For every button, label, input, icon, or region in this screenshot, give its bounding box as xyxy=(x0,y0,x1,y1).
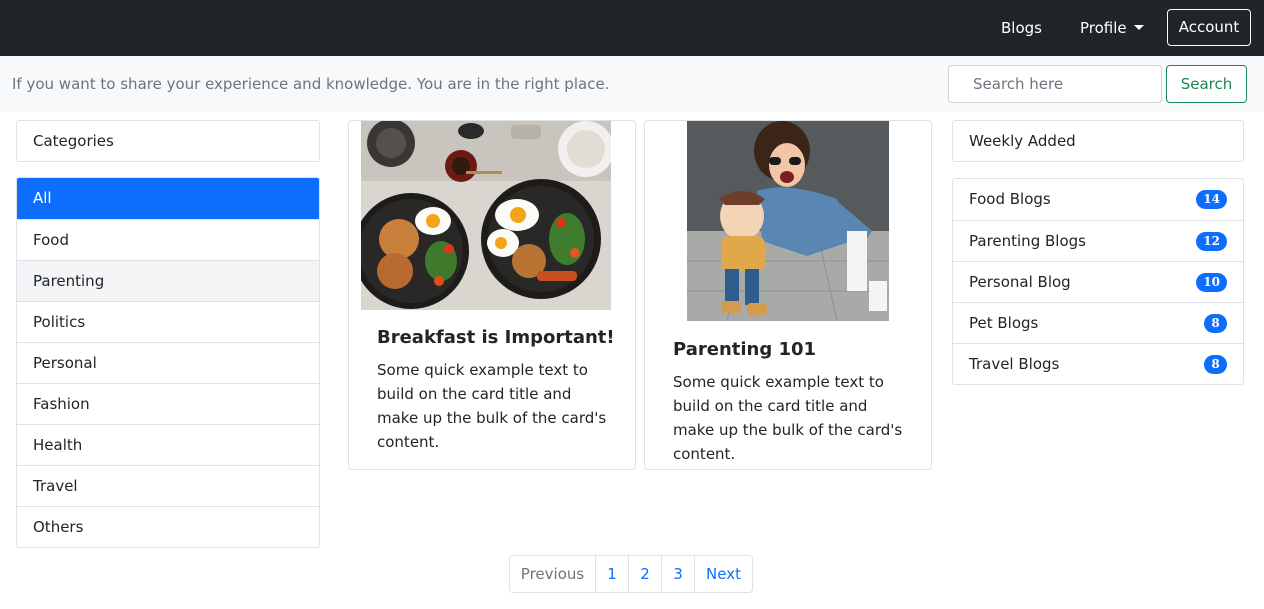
pagination: Previous 1 2 3 Next xyxy=(509,555,753,593)
weekly-item-travel[interactable]: Travel Blogs 8 xyxy=(953,343,1243,384)
category-item-personal[interactable]: Personal xyxy=(17,342,319,383)
card-title: Parenting 101 xyxy=(673,339,817,360)
breakfast-plates-photo xyxy=(361,121,611,310)
category-item-travel[interactable]: Travel xyxy=(17,465,319,506)
category-item-health[interactable]: Health xyxy=(17,424,319,465)
blog-card[interactable]: Parenting 101 Some quick example text to… xyxy=(644,120,932,470)
category-item-politics[interactable]: Politics xyxy=(17,301,319,342)
category-item-parenting[interactable]: Parenting xyxy=(17,260,319,301)
weekly-item-food[interactable]: Food Blogs 14 xyxy=(953,179,1243,220)
card-text: Some quick example text to build on the … xyxy=(377,361,607,451)
caret-down-icon xyxy=(1133,25,1144,30)
pagination-next[interactable]: Next xyxy=(694,556,752,592)
count-badge: 8 xyxy=(1204,355,1227,374)
nav-blogs-link[interactable]: Blogs xyxy=(1001,0,1042,56)
weekly-item-label: Food Blogs xyxy=(969,190,1051,208)
mother-and-child-photo xyxy=(687,121,889,321)
nav-profile-label: Profile xyxy=(1080,19,1127,37)
card-title: Breakfast is Important! xyxy=(377,327,615,348)
categories-header: Categories xyxy=(16,120,320,162)
top-navbar: Blogs Profile Account xyxy=(0,0,1264,56)
count-badge: 8 xyxy=(1204,314,1227,333)
nav-profile-dropdown[interactable]: Profile xyxy=(1080,0,1144,56)
weekly-item-parenting[interactable]: Parenting Blogs 12 xyxy=(953,220,1243,261)
weekly-item-pet[interactable]: Pet Blogs 8 xyxy=(953,302,1243,343)
search-button[interactable]: Search xyxy=(1166,65,1247,103)
weekly-item-label: Pet Blogs xyxy=(969,314,1039,332)
category-item-food[interactable]: Food xyxy=(17,219,319,260)
search-bar-row: If you want to share your experience and… xyxy=(0,56,1264,112)
category-item-others[interactable]: Others xyxy=(17,506,319,547)
weekly-added-header: Weekly Added xyxy=(952,120,1244,162)
categories-list: All Food Parenting Politics Personal Fas… xyxy=(16,177,320,548)
blog-card[interactable]: Breakfast is Important! Some quick examp… xyxy=(348,120,636,470)
site-tagline: If you want to share your experience and… xyxy=(12,75,610,93)
pagination-page-3[interactable]: 3 xyxy=(661,556,694,592)
count-badge: 14 xyxy=(1196,190,1227,209)
account-button[interactable]: Account xyxy=(1167,9,1251,46)
card-text: Some quick example text to build on the … xyxy=(673,373,903,463)
pagination-page-2[interactable]: 2 xyxy=(628,556,661,592)
pagination-page-1[interactable]: 1 xyxy=(595,556,628,592)
weekly-item-personal[interactable]: Personal Blog 10 xyxy=(953,261,1243,302)
weekly-item-label: Travel Blogs xyxy=(969,355,1060,373)
pagination-previous[interactable]: Previous xyxy=(510,556,595,592)
count-badge: 10 xyxy=(1196,273,1227,292)
search-input[interactable] xyxy=(948,65,1162,103)
category-item-fashion[interactable]: Fashion xyxy=(17,383,319,424)
count-badge: 12 xyxy=(1196,232,1227,251)
category-item-all[interactable]: All xyxy=(17,178,319,219)
weekly-item-label: Personal Blog xyxy=(969,273,1071,291)
weekly-item-label: Parenting Blogs xyxy=(969,232,1086,250)
weekly-added-list: Food Blogs 14 Parenting Blogs 12 Persona… xyxy=(952,178,1244,385)
